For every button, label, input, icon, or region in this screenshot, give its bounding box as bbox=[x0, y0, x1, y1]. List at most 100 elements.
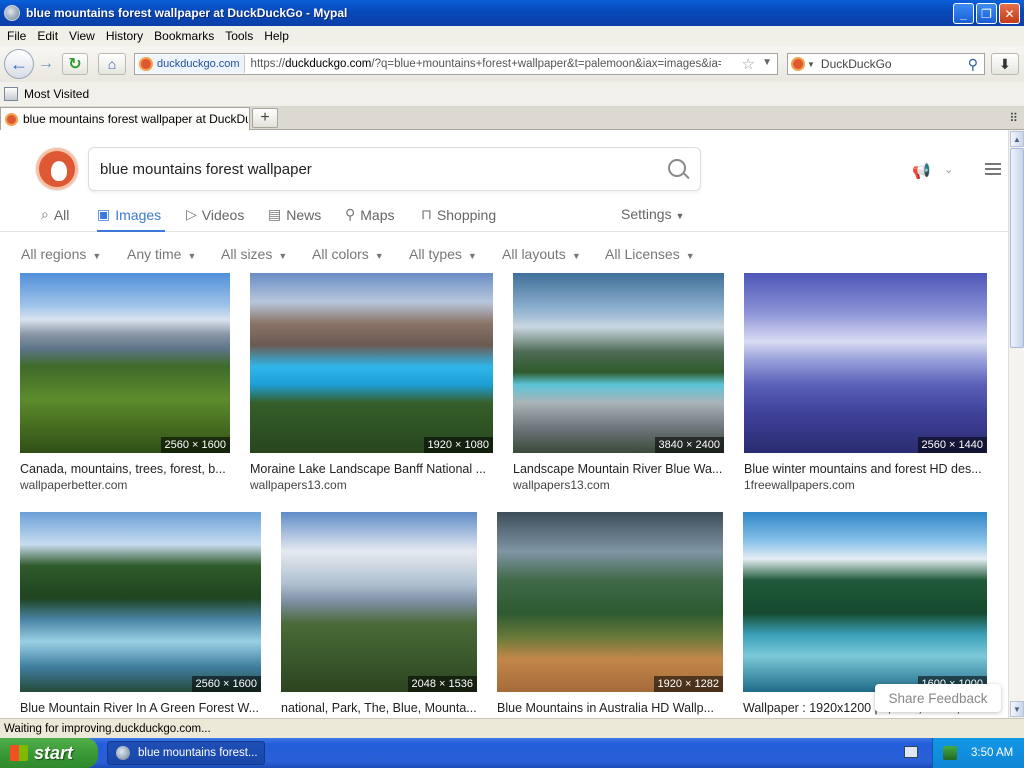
close-button[interactable]: ✕ bbox=[999, 3, 1020, 24]
chevron-down-icon[interactable]: ⌄ bbox=[944, 163, 953, 176]
url-bar[interactable]: duckduckgo.com https://duckduckgo.com/?q… bbox=[134, 53, 778, 75]
tab-all[interactable]: ⌕ All bbox=[41, 206, 69, 223]
site-identity[interactable]: duckduckgo.com bbox=[137, 55, 245, 73]
result-title[interactable]: Blue Mountain River In A Green Forest W.… bbox=[20, 701, 261, 715]
app-icon bbox=[4, 5, 20, 21]
tab-news-label: News bbox=[286, 206, 322, 223]
tab-shopping[interactable]: ⊓ Shopping bbox=[421, 206, 496, 223]
home-button[interactable]: ⌂ bbox=[98, 53, 126, 75]
result-source[interactable]: 1freewallpapers.com bbox=[744, 478, 855, 492]
filter-licenses[interactable]: All Licenses ▼ bbox=[605, 246, 695, 262]
news-icon: ▤ bbox=[268, 206, 282, 222]
filter-types-label: All types bbox=[409, 246, 462, 262]
image-dimensions: 3840 × 2400 bbox=[654, 437, 724, 453]
forward-button[interactable]: → bbox=[35, 54, 57, 74]
url-dropdown-icon[interactable]: ▼ bbox=[762, 57, 772, 68]
tab-images[interactable]: ▣ Images bbox=[97, 206, 161, 223]
image-result[interactable]: 1920 × 1282 Blue Mountains in Australia … bbox=[497, 512, 723, 718]
image-dimensions: 2560 × 1440 bbox=[917, 437, 987, 453]
result-thumbnail[interactable]: 3840 × 2400 bbox=[513, 273, 724, 453]
hamburger-menu-icon[interactable] bbox=[985, 163, 1001, 175]
result-title[interactable]: Moraine Lake Landscape Banff National ..… bbox=[250, 462, 493, 476]
filter-layouts[interactable]: All layouts ▼ bbox=[502, 246, 581, 262]
tab-images-label: Images bbox=[115, 206, 162, 223]
minimize-button[interactable]: _ bbox=[953, 3, 974, 24]
clock[interactable]: 3:50 AM bbox=[971, 747, 1013, 759]
settings-dropdown[interactable]: Settings ▼ bbox=[621, 206, 684, 222]
caret-down-icon: ▼ bbox=[467, 251, 477, 261]
start-button[interactable]: start bbox=[0, 738, 98, 768]
filter-bar: All regions ▼ Any time ▼ All sizes ▼ All co… bbox=[0, 238, 1008, 268]
new-tab-button[interactable]: + bbox=[252, 108, 278, 128]
menu-help[interactable]: Help bbox=[261, 29, 297, 43]
filter-regions-label: All regions bbox=[21, 246, 87, 262]
megaphone-icon[interactable]: 📢 bbox=[912, 162, 931, 180]
vertical-scrollbar[interactable]: ▲ ▼ bbox=[1008, 130, 1024, 718]
result-thumbnail[interactable]: 2560 × 1600 bbox=[20, 273, 230, 453]
filter-colors[interactable]: All colors ▼ bbox=[312, 246, 384, 262]
image-result[interactable]: 3840 × 2400 Landscape Mountain River Blu… bbox=[513, 273, 724, 493]
tab-title: blue mountains forest wallpaper at DuckD… bbox=[23, 112, 248, 126]
filter-sizes[interactable]: All sizes ▼ bbox=[221, 246, 287, 262]
maximize-button[interactable]: ❐ bbox=[976, 3, 997, 24]
folder-icon bbox=[4, 87, 18, 101]
caret-down-icon: ▼ bbox=[278, 251, 288, 261]
bookmark-star-icon[interactable]: ☆ bbox=[742, 55, 755, 73]
downloads-button[interactable]: ⬇ bbox=[991, 53, 1019, 75]
image-result[interactable]: 2560 × 1600 Canada, mountains, trees, fo… bbox=[20, 273, 230, 493]
tab-shopping-label: Shopping bbox=[436, 206, 497, 223]
tab-current[interactable]: blue mountains forest wallpaper at DuckD… bbox=[0, 107, 250, 130]
taskbar-window-button[interactable]: blue mountains forest... bbox=[107, 741, 265, 765]
tab-maps[interactable]: ⚲ Maps bbox=[345, 206, 395, 223]
menu-tools[interactable]: Tools bbox=[222, 29, 261, 43]
image-result[interactable]: 2048 × 1536 national, Park, The, Blue, M… bbox=[281, 512, 477, 718]
search-input[interactable]: blue mountains forest wallpaper bbox=[88, 147, 701, 191]
result-title[interactable]: Landscape Mountain River Blue Wa... bbox=[513, 462, 724, 476]
result-thumbnail[interactable]: 2048 × 1536 bbox=[281, 512, 477, 692]
search-engine-icon[interactable] bbox=[791, 57, 805, 71]
tab-news[interactable]: ▤ News bbox=[268, 206, 321, 223]
result-title[interactable]: national, Park, The, Blue, Mounta... bbox=[281, 701, 477, 715]
result-thumbnail[interactable]: 1920 × 1282 bbox=[497, 512, 723, 692]
menu-file[interactable]: File bbox=[4, 29, 34, 43]
filter-regions[interactable]: All regions ▼ bbox=[21, 246, 101, 262]
url-text[interactable]: https://duckduckgo.com/?q=blue+mountains… bbox=[251, 58, 721, 70]
tab-videos[interactable]: ▷ Videos bbox=[186, 206, 244, 223]
menu-bookmarks[interactable]: Bookmarks bbox=[151, 29, 222, 43]
menu-edit[interactable]: Edit bbox=[34, 29, 66, 43]
browser-search-bar[interactable]: ▼ DuckDuckGo ⚲ bbox=[787, 53, 985, 75]
duckduckgo-logo[interactable] bbox=[36, 148, 78, 190]
result-title[interactable]: Blue winter mountains and forest HD des.… bbox=[744, 462, 987, 476]
scroll-down-icon[interactable]: ▼ bbox=[1010, 701, 1024, 717]
result-thumbnail[interactable]: 1600 × 1000 bbox=[743, 512, 987, 692]
result-thumbnail[interactable]: 1920 × 1080 bbox=[250, 273, 493, 453]
keyboard-icon[interactable] bbox=[904, 746, 918, 758]
engine-dropdown-icon[interactable]: ▼ bbox=[807, 60, 815, 69]
menu-view[interactable]: View bbox=[66, 29, 103, 43]
start-label: start bbox=[34, 742, 74, 763]
result-title[interactable]: Blue Mountains in Australia HD Wallp... bbox=[497, 701, 723, 715]
result-thumbnail[interactable]: 2560 × 1600 bbox=[20, 512, 261, 692]
network-icon[interactable] bbox=[943, 746, 957, 760]
result-source[interactable]: wallpaperbetter.com bbox=[20, 478, 127, 492]
result-source[interactable]: wallpapers13.com bbox=[250, 478, 347, 492]
scroll-thumb[interactable] bbox=[1010, 148, 1024, 348]
scroll-up-icon[interactable]: ▲ bbox=[1010, 131, 1024, 147]
share-feedback-button[interactable]: Share Feedback bbox=[875, 684, 1001, 712]
result-source[interactable]: wallpapers13.com bbox=[513, 478, 610, 492]
shopping-bag-icon: ⊓ bbox=[421, 206, 432, 222]
back-button[interactable]: ← bbox=[4, 49, 34, 79]
filter-time[interactable]: Any time ▼ bbox=[127, 246, 196, 262]
most-visited-bookmark[interactable]: Most Visited bbox=[24, 87, 89, 101]
image-result[interactable]: 2560 × 1440 Blue winter mountains and fo… bbox=[744, 273, 987, 493]
result-title[interactable]: Canada, mountains, trees, forest, b... bbox=[20, 462, 230, 476]
image-result[interactable]: 2560 × 1600 Blue Mountain River In A Gre… bbox=[20, 512, 261, 718]
menu-history[interactable]: History bbox=[103, 29, 151, 43]
tab-list-icon[interactable]: ⠿ bbox=[1009, 111, 1018, 125]
image-result[interactable]: 1920 × 1080 Moraine Lake Landscape Banff… bbox=[250, 273, 493, 493]
result-thumbnail[interactable]: 2560 × 1440 bbox=[744, 273, 987, 453]
search-icon[interactable]: ⚲ bbox=[968, 56, 978, 73]
reload-button[interactable]: ↻ bbox=[62, 53, 88, 75]
filter-types[interactable]: All types ▼ bbox=[409, 246, 477, 262]
search-icon[interactable] bbox=[668, 159, 686, 177]
